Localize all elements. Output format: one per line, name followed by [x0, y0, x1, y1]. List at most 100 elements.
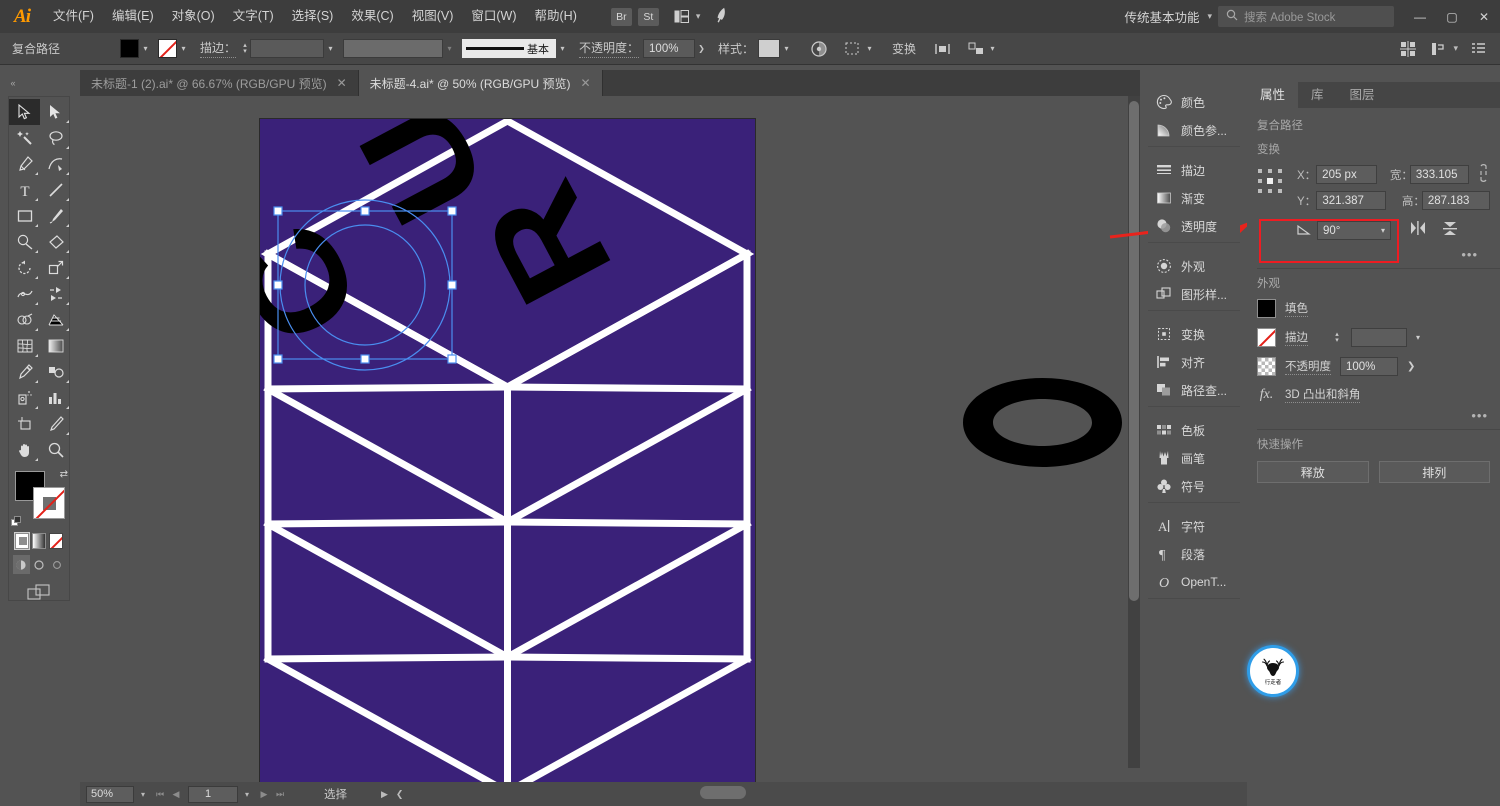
dock-item-character[interactable]: A 字符 [1148, 512, 1240, 540]
collapse-panel-arrows[interactable]: « [4, 70, 22, 96]
gradient-tool[interactable] [40, 333, 71, 359]
chevron-down-icon[interactable]: ▾ [986, 39, 999, 58]
fx-icon[interactable]: fx. [1257, 387, 1276, 403]
next-artboard-icon[interactable]: ▶ [256, 789, 272, 800]
stock-button[interactable]: St [637, 7, 659, 26]
menu-object[interactable]: 对象(O) [163, 0, 224, 33]
properties-panel-toggle[interactable]: ▾ [1428, 39, 1458, 59]
artboard[interactable]: C U R [260, 119, 755, 782]
stock-search-input[interactable]: 搜索 Adobe Stock [1218, 6, 1394, 27]
menu-view[interactable]: 视图(V) [403, 0, 463, 33]
chevron-down-icon[interactable]: ▾ [780, 39, 793, 58]
dock-item-brushes[interactable]: 画笔 [1148, 444, 1240, 472]
color-mode-button[interactable] [14, 532, 30, 550]
maximize-button[interactable]: ▢ [1436, 0, 1468, 33]
select-similar-icon[interactable] [843, 39, 863, 59]
document-tab-1[interactable]: 未标题-1 (2).ai* @ 66.67% (RGB/GPU 预览) ✕ [80, 70, 359, 96]
arrange-icon[interactable] [1398, 39, 1418, 59]
dock-item-stroke[interactable]: 描边 [1148, 156, 1240, 184]
swap-fill-stroke-icon[interactable]: ⇄ [60, 469, 68, 480]
stroke-swatch[interactable] [158, 39, 177, 58]
shape-builder-tool[interactable] [9, 307, 40, 333]
unlink-proportions-icon[interactable] [1477, 164, 1490, 185]
horizontal-scrollbar-thumb[interactable] [700, 786, 746, 799]
menu-help[interactable]: 帮助(H) [526, 0, 586, 33]
chevron-down-icon[interactable]: ▾ [556, 39, 569, 58]
transform-more-options[interactable]: ••• [1257, 247, 1490, 262]
x-field[interactable]: 205 px [1316, 165, 1377, 184]
menu-type[interactable]: 文字(T) [224, 0, 283, 33]
minimize-button[interactable]: — [1404, 0, 1436, 33]
mesh-tool[interactable] [9, 333, 40, 359]
release-button[interactable]: 释放 [1257, 461, 1369, 483]
line-segment-tool[interactable] [40, 177, 71, 203]
gradient-mode-button[interactable] [32, 533, 46, 549]
reference-point-grid-icon[interactable] [1257, 168, 1283, 194]
document-setup-icon[interactable] [1468, 39, 1488, 59]
curvature-tool[interactable] [40, 151, 71, 177]
width-tool[interactable] [9, 281, 40, 307]
brush-definition-field[interactable]: 基本 [462, 39, 557, 58]
menu-effect[interactable]: 效果(C) [342, 0, 402, 33]
eraser-tool[interactable] [40, 229, 71, 255]
stroke-color-swatch[interactable] [33, 487, 65, 519]
arrange-button[interactable]: 排列 [1378, 461, 1490, 483]
document-canvas-area[interactable]: C U R [80, 96, 1140, 782]
graphic-style-swatch[interactable] [758, 39, 781, 58]
recolor-artwork-icon[interactable] [809, 39, 829, 59]
zoom-tool[interactable] [40, 437, 71, 463]
opacity-field[interactable]: 100% [643, 39, 696, 58]
dock-item-paragraph[interactable]: ¶ 段落 [1148, 540, 1240, 568]
distribute-icon[interactable] [966, 39, 986, 59]
floating-ellipse-object[interactable] [960, 375, 1125, 470]
close-icon[interactable]: ✕ [581, 76, 591, 90]
chevron-down-icon[interactable]: ▾ [134, 790, 152, 799]
blend-tool[interactable] [40, 359, 71, 385]
chevron-down-icon[interactable]: ▾ [238, 790, 256, 799]
default-fill-stroke-icon[interactable] [11, 514, 22, 526]
edit-toolbar-button[interactable] [9, 574, 69, 601]
slice-tool[interactable] [40, 411, 71, 437]
symbol-sprayer-tool[interactable] [9, 385, 40, 411]
eyedropper-tool[interactable] [9, 359, 40, 385]
y-field[interactable]: 321.387 [1316, 191, 1387, 210]
rectangle-tool[interactable] [9, 203, 40, 229]
dock-item-graphic-styles[interactable]: 图形样... [1148, 280, 1240, 308]
dock-item-opentype[interactable]: O OpenT... [1148, 568, 1240, 596]
chevron-down-icon[interactable]: ▾ [863, 39, 876, 58]
tab-layers[interactable]: 图层 [1337, 82, 1388, 108]
dock-item-color[interactable]: 颜色 [1148, 88, 1240, 116]
chevron-down-icon[interactable]: ▾ [1381, 226, 1385, 235]
last-artboard-icon[interactable]: ⏭ [272, 789, 288, 800]
none-mode-button[interactable] [49, 533, 63, 549]
direct-selection-tool[interactable] [40, 99, 71, 125]
dock-item-gradient[interactable]: 渐变 [1148, 184, 1240, 212]
appearance-more-options[interactable]: ••• [1247, 408, 1500, 423]
dock-item-appearance[interactable]: 外观 [1148, 252, 1240, 280]
vertical-scrollbar-thumb[interactable] [1129, 101, 1139, 601]
menu-window[interactable]: 窗口(W) [462, 0, 525, 33]
chevron-down-icon[interactable]: ▾ [324, 39, 337, 58]
menu-select[interactable]: 选择(S) [283, 0, 343, 33]
opacity-options-icon[interactable]: ❯ [1407, 361, 1415, 372]
status-options-icon[interactable]: ❮ [396, 789, 404, 800]
appearance-opacity-swatch[interactable] [1257, 357, 1276, 376]
chevron-down-icon[interactable]: ▾ [139, 39, 152, 58]
stroke-weight-stepper[interactable]: ▴ ▾ [240, 42, 250, 55]
dock-item-pathfinder[interactable]: 路径查... [1148, 376, 1240, 404]
close-icon[interactable]: ✕ [337, 76, 347, 90]
height-field[interactable]: 287.183 [1421, 191, 1490, 210]
normal-screen-mode-button[interactable] [13, 555, 30, 574]
artboard-tool[interactable] [9, 411, 40, 437]
type-tool[interactable]: T [9, 177, 40, 203]
shaper-tool[interactable] [9, 229, 40, 255]
stroke-weight-stepper[interactable]: ▴ ▾ [1332, 331, 1342, 344]
document-tab-2[interactable]: 未标题-4.ai* @ 50% (RGB/GPU 预览) ✕ [358, 70, 603, 96]
bridge-button[interactable]: Br [610, 7, 632, 26]
arrange-documents-button[interactable]: ▾ [670, 8, 700, 26]
opacity-options-icon[interactable]: ❯ [695, 39, 708, 58]
prev-artboard-icon[interactable]: ◀ [168, 789, 184, 800]
variable-width-profile-field[interactable] [343, 39, 444, 58]
rotate-tool[interactable] [9, 255, 40, 281]
pen-tool[interactable] [9, 151, 40, 177]
